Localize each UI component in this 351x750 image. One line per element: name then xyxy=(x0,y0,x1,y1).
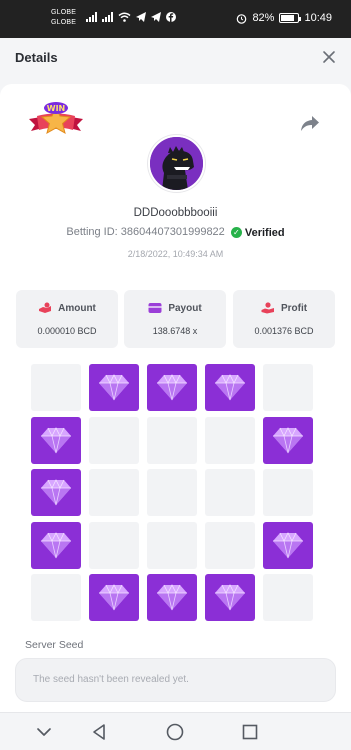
gem-tile[interactable] xyxy=(263,521,313,569)
diamond-icon xyxy=(215,584,245,611)
facebook-icon xyxy=(166,12,176,22)
card-icon xyxy=(148,303,162,313)
diamond-icon xyxy=(99,374,129,401)
bet-details-card: WIN DDDooobbbooiii Betting ID: 386044073… xyxy=(0,84,351,712)
share-button[interactable] xyxy=(300,115,320,133)
win-badge-text: WIN xyxy=(47,104,66,113)
diamond-icon xyxy=(157,374,187,401)
empty-tile[interactable] xyxy=(147,521,197,569)
stat-profit: Profit 0.001376 BCD xyxy=(233,290,335,348)
gem-tile[interactable] xyxy=(31,416,81,464)
stat-payout-value: 138.6748 x xyxy=(152,326,198,336)
check-shield-icon: ✓ xyxy=(230,227,242,238)
stat-profit-label: Profit xyxy=(280,302,308,314)
empty-tile[interactable] xyxy=(147,416,197,464)
hand-coin-icon xyxy=(261,302,274,314)
stat-payout: Payout 138.6748 x xyxy=(124,290,226,348)
verified-badge[interactable]: ✓ Verified xyxy=(230,226,285,239)
carrier-1: GLOBE xyxy=(51,9,77,16)
signal-icon-2 xyxy=(102,12,113,22)
win-badge-icon: WIN xyxy=(29,102,83,135)
clock: 10:49 xyxy=(304,12,332,24)
status-right: 82% 10:49 xyxy=(236,12,332,24)
stat-payout-header: Payout xyxy=(124,302,226,314)
stat-profit-value: 0.001376 BCD xyxy=(254,326,314,336)
empty-tile[interactable] xyxy=(31,574,81,621)
empty-tile[interactable] xyxy=(205,416,255,464)
close-button[interactable] xyxy=(319,47,339,67)
gem-tile[interactable] xyxy=(205,574,255,621)
mines-grid xyxy=(31,364,319,624)
empty-tile[interactable] xyxy=(89,521,139,569)
signal-icon xyxy=(86,12,97,22)
empty-tile[interactable] xyxy=(205,469,255,516)
empty-tile[interactable] xyxy=(263,364,313,411)
betting-id-label: Betting ID: xyxy=(66,226,118,238)
telegram-icon xyxy=(136,12,146,22)
stat-amount-header: Amount xyxy=(16,302,118,314)
recents-square-icon xyxy=(242,724,258,740)
diamond-icon xyxy=(157,584,187,611)
godzilla-avatar-icon xyxy=(150,137,203,190)
stat-profit-header: Profit xyxy=(233,302,335,314)
diamond-icon xyxy=(273,531,303,558)
status-icons xyxy=(86,12,176,22)
telegram-icon-2 xyxy=(151,12,161,22)
system-nav-bar xyxy=(0,712,351,750)
diamond-icon xyxy=(215,374,245,401)
details-header: Details xyxy=(0,38,351,76)
status-bar: GLOBE GLOBE 82% 10:49 xyxy=(0,0,351,38)
nav-home-button[interactable] xyxy=(165,722,185,742)
share-icon xyxy=(301,116,319,131)
gem-tile[interactable] xyxy=(263,416,313,464)
diamond-icon xyxy=(41,531,71,558)
stat-amount: Amount 0.000010 BCD xyxy=(16,290,118,348)
stat-payout-label: Payout xyxy=(168,302,202,314)
gem-tile[interactable] xyxy=(89,574,139,621)
carrier-label: GLOBE GLOBE xyxy=(51,8,76,28)
bet-timestamp: 2/18/2022, 10:49:34 AM xyxy=(127,249,224,259)
back-triangle-icon xyxy=(93,724,105,740)
server-seed-field[interactable]: The seed hasn't been revealed yet. xyxy=(15,658,336,702)
gem-tile[interactable] xyxy=(147,574,197,621)
carrier-2: GLOBE xyxy=(51,19,77,26)
verified-label: Verified xyxy=(244,226,285,239)
gem-tile[interactable] xyxy=(31,521,81,569)
empty-tile[interactable] xyxy=(263,469,313,516)
avatar xyxy=(148,135,205,192)
empty-tile[interactable] xyxy=(31,364,81,411)
nav-back-button[interactable] xyxy=(90,722,110,742)
empty-tile[interactable] xyxy=(89,469,139,516)
empty-tile[interactable] xyxy=(263,574,313,621)
page-title: Details xyxy=(15,50,58,65)
username: DDDooobbbooiii xyxy=(133,207,218,219)
empty-tile[interactable] xyxy=(147,469,197,516)
server-seed-label: Server Seed xyxy=(25,639,84,651)
stat-amount-value: 0.000010 BCD xyxy=(37,326,97,336)
diamond-icon xyxy=(41,479,71,506)
wifi-icon xyxy=(118,12,131,22)
chevron-down-icon xyxy=(37,728,51,736)
betting-id-value[interactable]: 386044073019998​22 xyxy=(121,226,225,238)
battery-percent: 82% xyxy=(252,12,275,24)
stat-amount-label: Amount xyxy=(58,302,96,314)
alarm-icon xyxy=(237,13,247,24)
battery-icon xyxy=(279,13,302,23)
gem-tile[interactable] xyxy=(147,364,197,411)
home-circle-icon xyxy=(166,723,184,741)
empty-tile[interactable] xyxy=(205,521,255,569)
gem-tile[interactable] xyxy=(31,469,81,516)
server-seed-placeholder: The seed hasn't been revealed yet. xyxy=(33,674,189,685)
diamond-icon xyxy=(41,426,71,453)
gem-tile[interactable] xyxy=(205,364,255,411)
gem-tile[interactable] xyxy=(89,364,139,411)
empty-tile[interactable] xyxy=(89,416,139,464)
diamond-icon xyxy=(99,584,129,611)
close-icon xyxy=(323,51,335,63)
betting-id-row: Betting ID: 386044073019998​22 ✓ Verifie… xyxy=(0,226,351,239)
nav-recents-button[interactable] xyxy=(240,722,260,742)
nav-down-button[interactable] xyxy=(34,722,54,742)
wallet-hand-icon xyxy=(39,302,52,313)
diamond-icon xyxy=(273,426,303,453)
